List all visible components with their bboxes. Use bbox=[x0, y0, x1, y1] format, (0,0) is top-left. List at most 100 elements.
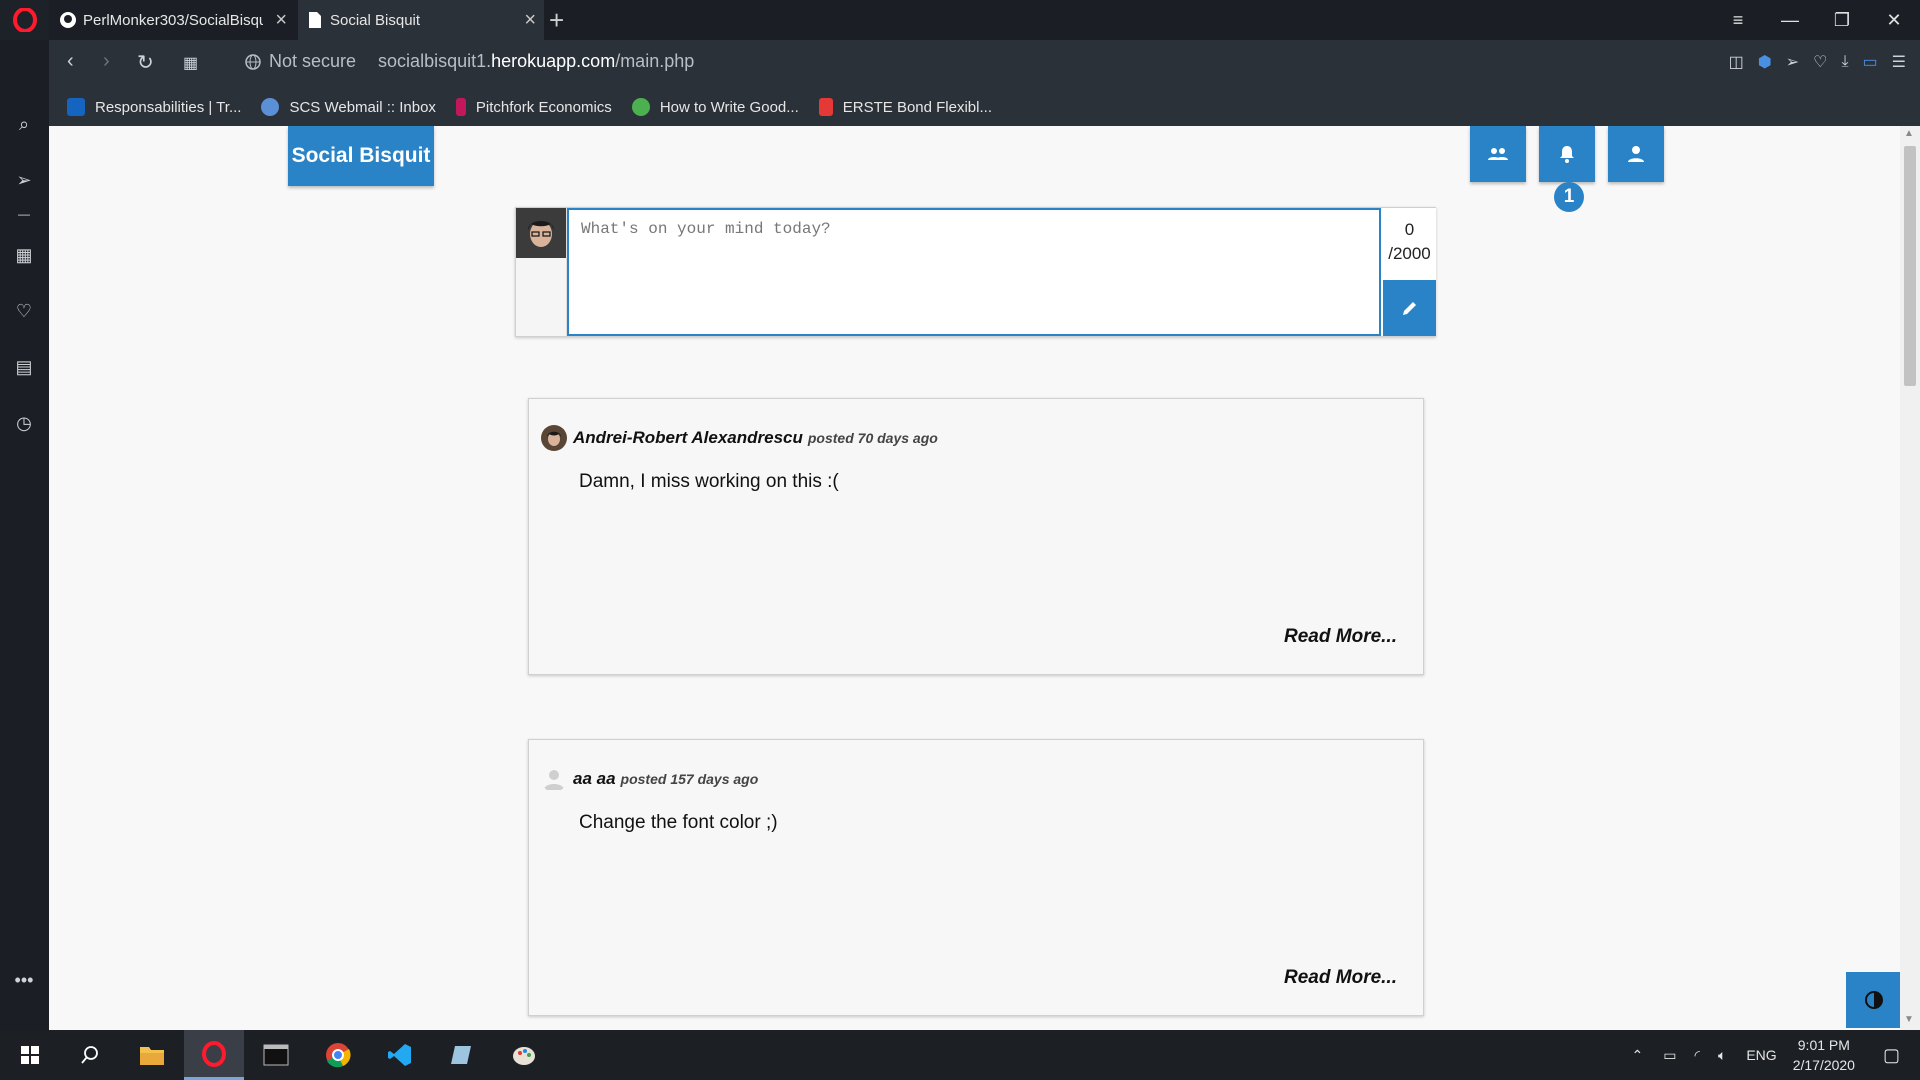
profile-button[interactable] bbox=[1608, 126, 1664, 182]
system-tray: ⌃ ▭ ◜ 🔈︎ ENG 9:01 PM 2/17/2020 ▢ bbox=[1622, 1030, 1920, 1080]
post-author[interactable]: Andrei-Robert Alexandrescu bbox=[573, 428, 803, 448]
bookmark-item[interactable]: Responsabilities | Tr... bbox=[67, 98, 241, 116]
action-center-icon[interactable]: ▢ bbox=[1883, 1045, 1900, 1066]
battery-saver-icon[interactable]: ▭ bbox=[1863, 52, 1878, 72]
url-field[interactable]: Not secure socialbisquit1.herokuapp.com/… bbox=[245, 51, 694, 72]
reload-icon[interactable]: ↻ bbox=[137, 50, 154, 75]
heart-icon[interactable]: ♡ bbox=[12, 299, 36, 323]
read-more-link[interactable]: Read More... bbox=[1284, 967, 1397, 989]
theme-toggle-button[interactable] bbox=[1846, 972, 1900, 1028]
vscode-icon bbox=[388, 1044, 411, 1066]
post-body: Change the font color ;) bbox=[579, 812, 778, 833]
post-header: aa aa posted 157 days ago bbox=[541, 766, 758, 792]
tab-bar: PerlMonker303/SocialBisqu × Social Bisqu… bbox=[49, 0, 1920, 40]
bookmark-item[interactable]: SCS Webmail :: Inbox bbox=[261, 98, 436, 116]
vpn-shield-icon[interactable]: ⬢ bbox=[1758, 52, 1772, 72]
back-icon[interactable]: ‹ bbox=[67, 50, 74, 73]
minimize-icon[interactable]: — bbox=[1764, 0, 1816, 40]
post-timestamp: posted 70 days ago bbox=[807, 430, 938, 446]
notifications-button[interactable] bbox=[1539, 126, 1595, 182]
avatar bbox=[516, 208, 566, 258]
close-window-icon[interactable]: ✕ bbox=[1868, 0, 1920, 40]
clock-time: 9:01 PM bbox=[1797, 1037, 1850, 1053]
taskbar-search[interactable] bbox=[60, 1030, 120, 1080]
taskbar-app[interactable] bbox=[432, 1030, 492, 1080]
scroll-up-icon[interactable]: ▲ bbox=[1904, 128, 1914, 139]
send-icon[interactable]: ➢ bbox=[1786, 52, 1799, 72]
opera-icon bbox=[202, 1040, 226, 1067]
easy-setup-icon[interactable]: ☰ bbox=[1892, 52, 1906, 72]
windows-icon bbox=[21, 1046, 39, 1064]
close-tab-icon[interactable]: × bbox=[275, 9, 287, 32]
post-timestamp: posted 157 days ago bbox=[620, 771, 759, 787]
url-domain: herokuapp.com bbox=[491, 51, 616, 71]
page-scrollbar[interactable]: ▲ ▼ bbox=[1900, 126, 1920, 1030]
tab-title: PerlMonker303/SocialBisqu bbox=[83, 11, 263, 29]
avatar[interactable] bbox=[541, 425, 567, 451]
status-input[interactable] bbox=[567, 208, 1381, 336]
download-icon[interactable]: ⤓ bbox=[1841, 53, 1848, 71]
publish-button[interactable] bbox=[1383, 280, 1436, 336]
security-label[interactable]: Not secure bbox=[269, 51, 356, 72]
bookmark-item[interactable]: ERSTE Bond Flexibl... bbox=[818, 98, 992, 116]
more-icon[interactable]: ••• bbox=[12, 968, 36, 992]
language-indicator[interactable]: ENG bbox=[1746, 1047, 1776, 1063]
pitchfork-icon bbox=[455, 98, 466, 116]
tab-social-bisquit[interactable]: Social Bisquit × bbox=[298, 0, 544, 40]
battery-icon[interactable]: ▭ bbox=[1663, 1047, 1676, 1064]
close-tab-icon[interactable]: × bbox=[524, 9, 536, 32]
tab-github[interactable]: PerlMonker303/SocialBisqu × bbox=[49, 0, 295, 40]
taskbar-terminal[interactable] bbox=[246, 1030, 306, 1080]
speed-dial-icon[interactable]: ▦ bbox=[183, 53, 198, 73]
taskbar-opera[interactable] bbox=[184, 1030, 244, 1080]
bookmark-item[interactable]: Pitchfork Economics bbox=[455, 98, 612, 116]
taskbar-vscode[interactable] bbox=[370, 1030, 430, 1080]
history-icon[interactable]: ◷ bbox=[12, 411, 36, 435]
opera-logo[interactable] bbox=[0, 0, 49, 40]
read-more-link[interactable]: Read More... bbox=[1284, 626, 1397, 648]
taskbar-file-explorer[interactable] bbox=[122, 1030, 182, 1080]
bookmark-label: Responsabilities | Tr... bbox=[95, 98, 242, 116]
notification-badge[interactable]: 1 bbox=[1554, 182, 1584, 212]
camera-icon[interactable]: ◫ bbox=[1729, 52, 1744, 72]
notes-app-icon bbox=[451, 1046, 471, 1064]
clock[interactable]: 9:01 PM 2/17/2020 bbox=[1793, 1035, 1855, 1075]
windows-taskbar: ⌃ ▭ ◜ 🔈︎ ENG 9:01 PM 2/17/2020 ▢ bbox=[0, 1030, 1920, 1080]
scroll-thumb[interactable] bbox=[1904, 146, 1916, 386]
post-author[interactable]: aa aa bbox=[573, 769, 616, 789]
taskbar-chrome[interactable] bbox=[308, 1030, 368, 1080]
bookmark-label: Pitchfork Economics bbox=[475, 98, 612, 116]
scroll-down-icon[interactable]: ▼ bbox=[1904, 1014, 1914, 1025]
send-icon[interactable]: ➢ bbox=[12, 168, 36, 192]
character-max: /2000 bbox=[1388, 244, 1431, 263]
restore-icon[interactable]: ❐ bbox=[1816, 0, 1868, 40]
bookmark-label: ERSTE Bond Flexibl... bbox=[842, 98, 992, 116]
url-prefix: socialbisquit1. bbox=[378, 51, 492, 71]
new-tab-button[interactable]: + bbox=[549, 5, 564, 36]
chevron-up-icon[interactable]: ⌃ bbox=[1632, 1047, 1644, 1064]
bookmark-item[interactable]: How to Write Good... bbox=[631, 98, 799, 116]
friends-button[interactable] bbox=[1470, 126, 1526, 182]
bookmarks-bar: Responsabilities | Tr... SCS Webmail :: … bbox=[49, 88, 1920, 126]
compass-icon bbox=[631, 98, 650, 116]
search-icon[interactable]: ⌕ bbox=[12, 112, 36, 136]
volume-icon[interactable]: 🔈︎ bbox=[1718, 1047, 1726, 1064]
page-viewport: Social Bisquit 1 0 bbox=[49, 126, 1900, 1030]
forward-icon[interactable]: › bbox=[103, 50, 110, 73]
avatar[interactable] bbox=[541, 766, 567, 792]
heart-icon[interactable]: ♡ bbox=[1813, 52, 1827, 72]
tab-title: Social Bisquit bbox=[330, 11, 421, 29]
paint-icon bbox=[513, 1047, 535, 1065]
post-body: Damn, I miss working on this :( bbox=[579, 471, 839, 492]
taskbar-paint[interactable] bbox=[494, 1030, 554, 1080]
wifi-icon[interactable]: ◜ bbox=[1695, 1047, 1700, 1064]
speed-dial-icon[interactable]: ▦ bbox=[12, 243, 36, 267]
brand-logo[interactable]: Social Bisquit bbox=[288, 126, 434, 186]
globe-icon bbox=[245, 53, 261, 70]
news-icon[interactable]: ▤ bbox=[12, 355, 36, 379]
tab-menu-icon[interactable]: ≡ bbox=[1712, 0, 1764, 40]
erste-icon bbox=[818, 98, 833, 116]
start-button[interactable] bbox=[0, 1030, 60, 1080]
window-controls: ≡ — ❐ ✕ bbox=[1712, 0, 1920, 40]
character-counter: 0 /2000 bbox=[1383, 208, 1436, 280]
